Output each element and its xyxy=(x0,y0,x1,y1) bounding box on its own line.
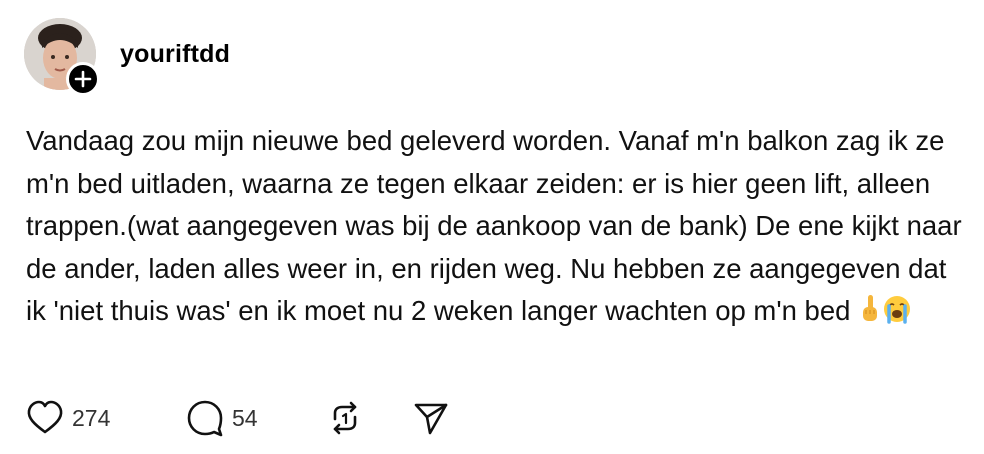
like-count: 274 xyxy=(72,404,111,431)
repost-button[interactable] xyxy=(326,398,364,438)
middle-finger-emoji xyxy=(860,294,880,337)
crying-face-emoji xyxy=(882,294,912,337)
plus-icon xyxy=(74,70,92,88)
post-text: Vandaag zou mijn nieuwe bed geleverd wor… xyxy=(26,120,966,337)
comment-button[interactable]: 54 xyxy=(186,398,258,438)
threads-post: youriftdd Vandaag zou mijn nieuwe bed ge… xyxy=(0,0,984,454)
repost-icon xyxy=(333,401,357,435)
share-button[interactable] xyxy=(412,398,450,438)
follow-plus-button[interactable] xyxy=(66,62,100,96)
post-actions: 274 54 xyxy=(26,398,486,438)
post-body: Vandaag zou mijn nieuwe bed geleverd wor… xyxy=(26,125,962,327)
share-icon xyxy=(414,403,448,435)
like-button[interactable]: 274 xyxy=(26,398,110,438)
comment-count: 54 xyxy=(232,404,258,431)
author-avatar-group[interactable] xyxy=(24,18,100,96)
username[interactable]: youriftdd xyxy=(120,40,230,69)
comment-icon xyxy=(187,400,223,437)
heart-icon xyxy=(27,400,63,434)
